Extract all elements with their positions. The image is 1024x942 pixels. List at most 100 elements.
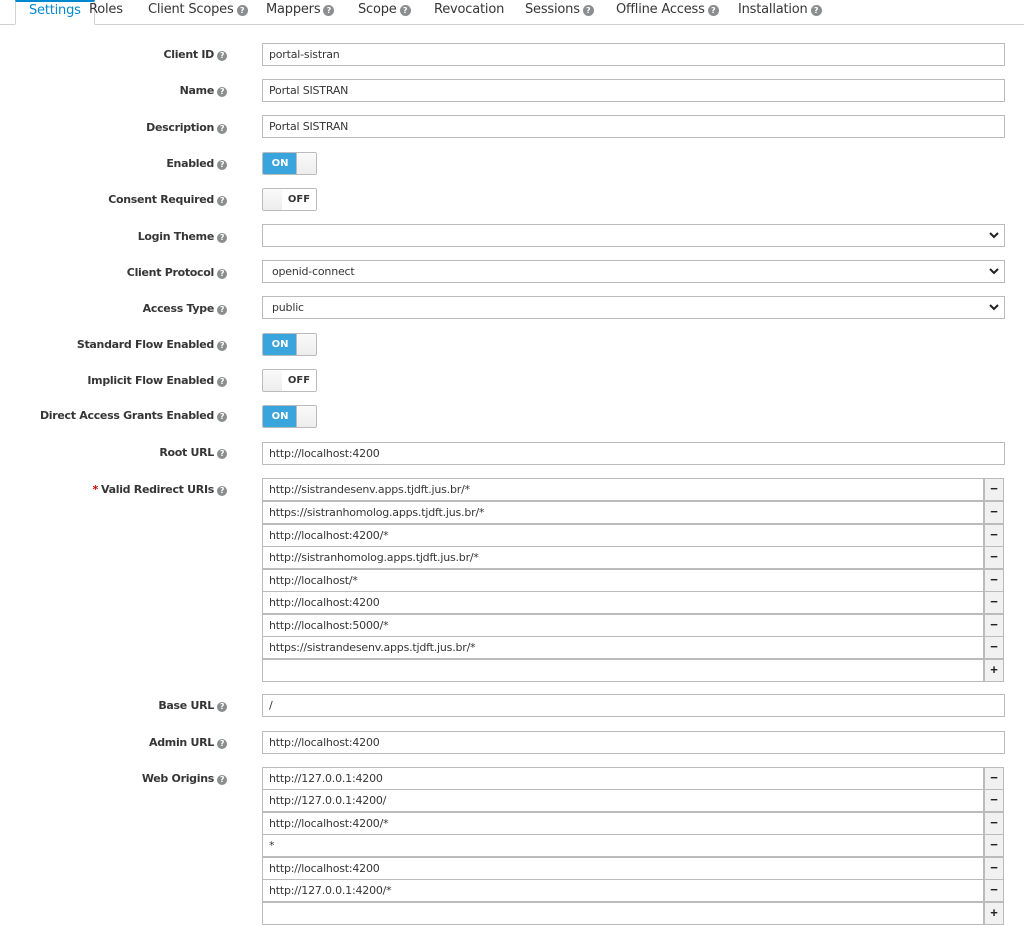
new-redirect-uri-input[interactable] [262,659,984,682]
access-type-label: Access Type? [143,302,227,315]
client-id-input[interactable]: portal-sistran [262,43,1005,66]
help-icon[interactable]: ? [217,702,227,712]
help-icon[interactable]: ? [217,341,227,351]
help-icon[interactable]: ? [399,5,411,16]
toggle-on-label: ON [263,406,297,427]
toggle-off-label: OFF [282,189,316,210]
toggle-off-label: OFF [282,370,316,391]
redirect-uri-input[interactable]: https://sistranhomolog.apps.tjdft.jus.br… [262,501,984,524]
tab-revocation[interactable]: Revocation [421,0,517,25]
tab-mappers[interactable]: Mappers? [253,0,347,25]
redirect-uri-input[interactable]: http://sistranhomolog.apps.tjdft.jus.br/… [262,546,984,569]
client-protocol-select[interactable]: openid-connect [262,260,1005,283]
remove-redirect-uri-button[interactable]: − [984,569,1004,592]
remove-redirect-uri-button[interactable]: − [984,614,1004,637]
direct-access-toggle[interactable]: ON [262,405,317,428]
tab-installation[interactable]: Installation? [725,0,835,25]
client-id-label: Client ID? [163,48,227,61]
standard-flow-toggle[interactable]: ON [262,333,317,356]
description-input[interactable]: Portal SISTRAN [262,115,1005,138]
remove-redirect-uri-button[interactable]: − [984,591,1004,614]
help-icon[interactable]: ? [810,5,822,16]
chevron-down-icon [989,268,999,275]
toggle-knob [296,406,316,427]
login-theme-label: Login Theme? [138,230,227,243]
redirect-uri-input[interactable]: http://sistrandesenv.apps.tjdft.jus.br/* [262,478,984,501]
remove-web-origin-button[interactable]: − [984,812,1004,835]
redirect-uris-label: * Valid Redirect URIs? [93,483,227,496]
help-icon[interactable]: ? [217,51,227,61]
remove-redirect-uri-button[interactable]: − [984,478,1004,501]
implicit-flow-label: Implicit Flow Enabled? [87,374,227,387]
add-redirect-uri-button[interactable]: + [984,659,1004,682]
chevron-down-icon [989,304,999,311]
help-icon[interactable]: ? [582,5,594,16]
new-web-origin-input[interactable] [262,902,984,925]
root-url-label: Root URL? [159,446,227,459]
toggle-knob [296,334,316,355]
standard-flow-label: Standard Flow Enabled? [77,338,227,351]
web-origin-input[interactable]: * [262,834,984,857]
help-icon[interactable]: ? [217,775,227,785]
redirect-uri-input[interactable]: https://sistrandesenv.apps.tjdft.jus.br/… [262,636,984,659]
consent-required-label: Consent Required? [108,193,227,206]
web-origin-input[interactable]: http://localhost:4200 [262,857,984,880]
help-icon[interactable]: ? [217,377,227,387]
remove-web-origin-button[interactable]: − [984,789,1004,812]
remove-redirect-uri-button[interactable]: − [984,501,1004,524]
redirect-uri-input[interactable]: http://localhost/* [262,569,984,592]
name-input[interactable]: Portal SISTRAN [262,79,1005,102]
redirect-uri-input[interactable]: http://localhost:4200/* [262,524,984,547]
remove-web-origin-button[interactable]: − [984,857,1004,880]
redirect-uri-input[interactable]: http://localhost:4200 [262,591,984,614]
consent-required-toggle[interactable]: OFF [262,188,317,211]
remove-web-origin-button[interactable]: − [984,879,1004,902]
help-icon[interactable]: ? [217,269,227,279]
help-icon[interactable]: ? [323,5,335,16]
help-icon[interactable]: ? [217,486,227,496]
help-icon[interactable]: ? [217,739,227,749]
remove-web-origin-button[interactable]: − [984,767,1004,790]
tab-offline-access[interactable]: Offline Access? [603,0,732,25]
web-origins-label: Web Origins? [142,772,227,785]
tab-client-scopes[interactable]: Client Scopes? [135,0,261,25]
help-icon[interactable]: ? [217,233,227,243]
help-icon[interactable]: ? [707,5,719,16]
help-icon[interactable]: ? [236,5,248,16]
web-origin-input[interactable]: http://localhost:4200/* [262,812,984,835]
web-origin-input[interactable]: http://127.0.0.1:4200 [262,767,984,790]
implicit-flow-toggle[interactable]: OFF [262,369,317,392]
remove-redirect-uri-button[interactable]: − [984,546,1004,569]
add-web-origin-button[interactable]: + [984,902,1004,925]
name-label: Name? [180,84,227,97]
direct-access-label: Direct Access Grants Enabled? [40,409,227,422]
enabled-toggle[interactable]: ON [262,152,317,175]
tab-roles[interactable]: Roles [76,0,136,25]
help-icon[interactable]: ? [217,87,227,97]
base-url-label: Base URL? [158,699,227,712]
tab-sessions[interactable]: Sessions? [512,0,607,25]
redirect-uri-input[interactable]: http://localhost:5000/* [262,614,984,637]
help-icon[interactable]: ? [217,160,227,170]
web-origin-input[interactable]: http://127.0.0.1:4200/ [262,789,984,812]
base-url-input[interactable]: / [262,694,1005,717]
client-protocol-label: Client Protocol? [127,266,227,279]
admin-url-input[interactable]: http://localhost:4200 [262,731,1005,754]
help-icon[interactable]: ? [217,305,227,315]
remove-redirect-uri-button[interactable]: − [984,636,1004,659]
login-theme-select[interactable] [262,224,1005,247]
help-icon[interactable]: ? [217,412,227,422]
access-type-select[interactable]: public [262,296,1005,319]
root-url-input[interactable]: http://localhost:4200 [262,442,1005,465]
admin-url-label: Admin URL? [149,736,227,749]
toggle-knob [263,370,283,391]
web-origin-input[interactable]: http://127.0.0.1:4200/* [262,879,984,902]
toggle-knob [296,153,316,174]
help-icon[interactable]: ? [217,449,227,459]
remove-redirect-uri-button[interactable]: − [984,524,1004,547]
toggle-knob [263,189,283,210]
help-icon[interactable]: ? [217,124,227,134]
remove-web-origin-button[interactable]: − [984,834,1004,857]
tab-scope[interactable]: Scope? [345,0,424,25]
help-icon[interactable]: ? [217,196,227,206]
